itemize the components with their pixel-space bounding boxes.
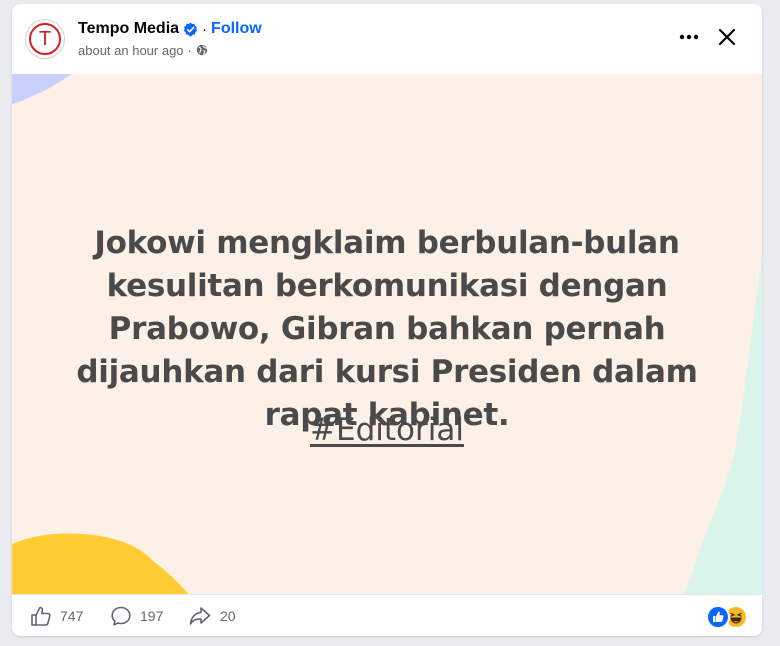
name-separator: · [202,20,208,38]
post-meta: about an hour ago · [78,42,208,58]
thumbs-up-icon [31,606,51,626]
comment-count: 197 [140,608,164,624]
like-reaction-icon [706,605,730,629]
globe-icon [196,44,208,56]
timestamp[interactable]: about an hour ago [78,43,184,58]
comment-icon [111,606,131,626]
close-icon [718,28,736,46]
close-button[interactable] [712,22,742,52]
like-count: 747 [60,608,84,624]
like-button[interactable]: 747 [30,605,83,627]
post-image[interactable]: Jokowi mengklaim berbulan-bulan kesulita… [12,74,762,594]
share-icon [189,607,211,625]
share-count: 20 [220,608,236,624]
more-options-button[interactable] [674,22,704,52]
comment-button[interactable]: 197 [110,605,163,627]
post-card: T Tempo Media · Follow about an hour ago… [12,4,762,636]
name-row: Tempo Media · Follow [78,19,262,39]
reaction-summary[interactable] [706,605,748,629]
follow-button[interactable]: Follow [211,20,262,38]
meta-separator: · [187,42,192,58]
post-headline: Jokowi mengklaim berbulan-bulan kesulita… [76,225,698,433]
avatar[interactable]: T [25,19,65,59]
post-header: T Tempo Media · Follow about an hour ago… [12,4,762,74]
verified-badge-icon [183,22,198,37]
avatar-logo: T [29,23,61,55]
page-name[interactable]: Tempo Media [78,20,179,38]
share-button[interactable]: 20 [188,605,236,627]
post-actions-bar: 747 197 20 [12,594,762,636]
more-dots-icon [679,34,699,40]
hashtag-link[interactable]: #Editorial [12,412,762,448]
